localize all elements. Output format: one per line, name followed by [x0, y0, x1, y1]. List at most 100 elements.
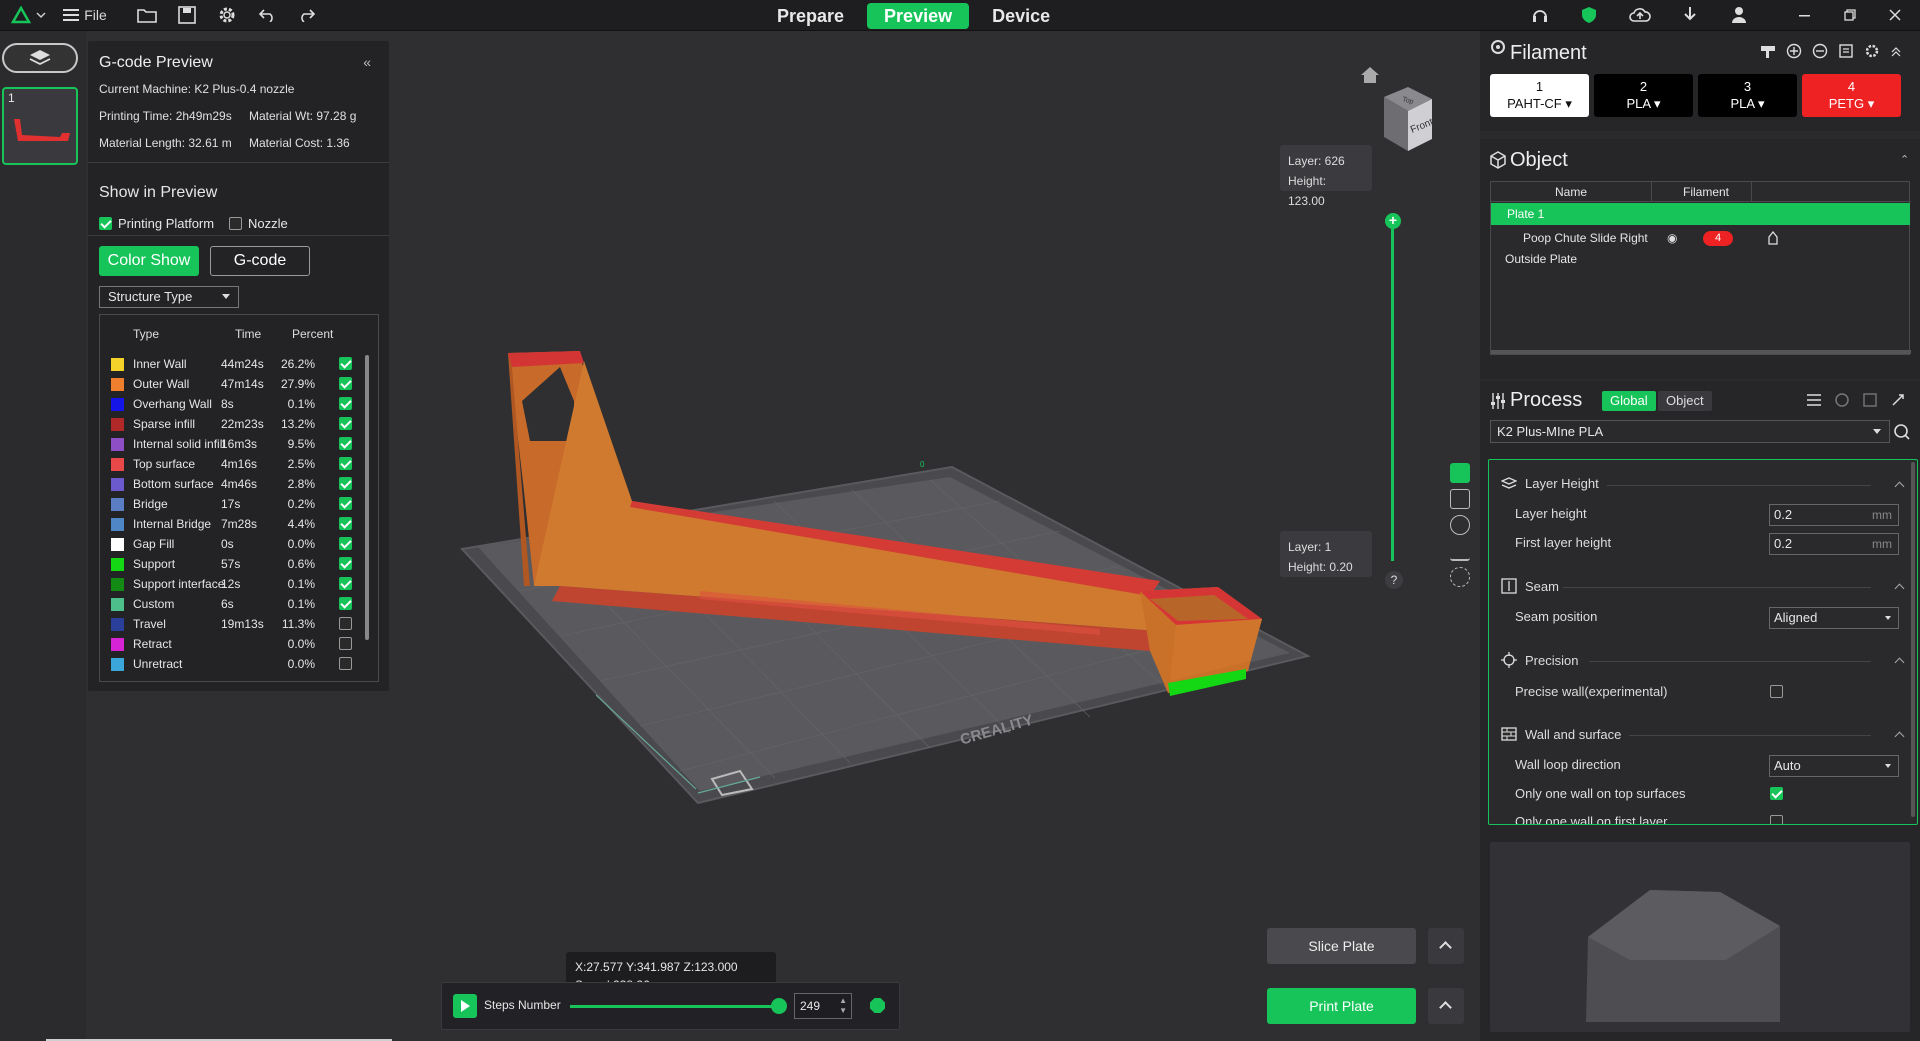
eye-visibility-icon[interactable]: ◉	[1667, 227, 1677, 249]
print-options-expand-button[interactable]	[1428, 988, 1464, 1024]
wall-loop-direction-dropdown[interactable]: Auto	[1769, 755, 1899, 777]
filament-settings-gear-icon[interactable]	[1864, 43, 1880, 59]
undo-icon[interactable]	[256, 4, 278, 26]
tab-preview[interactable]: Preview	[867, 3, 970, 29]
redo-icon[interactable]	[296, 4, 318, 26]
one-wall-first-checkbox[interactable]	[1770, 815, 1783, 824]
view-cube[interactable]: Front Top	[1368, 85, 1438, 155]
collapse-group-icon[interactable]	[1894, 481, 1905, 492]
compare-preset-icon[interactable]	[1890, 392, 1906, 408]
strength-tab-icon[interactable]	[1450, 489, 1470, 509]
structure-type-dropdown[interactable]: Structure Type	[99, 286, 239, 308]
process-global-toggle[interactable]: Global	[1602, 391, 1656, 411]
app-logo-icon[interactable]	[10, 4, 48, 26]
layer-slider-track[interactable]	[1391, 221, 1394, 561]
filament-slot-1[interactable]: 1 PAHT-CF ▾	[1490, 74, 1589, 117]
cloud-upload-icon[interactable]	[1628, 4, 1652, 26]
one-wall-top-checkbox[interactable]	[1770, 787, 1783, 800]
quality-tab-icon[interactable]	[1450, 463, 1470, 483]
printing-platform-option[interactable]: Printing Platform	[99, 216, 214, 231]
collapse-object-icon[interactable]: ⌃	[1900, 153, 1909, 166]
download-icon[interactable]	[1679, 4, 1701, 26]
settings-gear-icon[interactable]	[216, 4, 238, 26]
search-icon[interactable]	[1893, 423, 1911, 441]
speed-gem-icon[interactable]	[870, 998, 885, 1013]
steps-slider-handle[interactable]	[771, 998, 787, 1014]
object-list-scrollbar[interactable]	[1491, 350, 1911, 354]
layer-height-group[interactable]: Layer Height	[1501, 476, 1599, 491]
legend-visibility-checkbox[interactable]	[339, 617, 352, 630]
tab-device[interactable]: Device	[975, 3, 1067, 29]
legend-visibility-checkbox[interactable]	[339, 637, 352, 650]
legend-visibility-checkbox[interactable]	[339, 457, 352, 470]
dropdown-caret-icon[interactable]: ▾	[1864, 96, 1875, 111]
layers-toggle-button[interactable]	[2, 43, 78, 73]
process-object-toggle[interactable]: Object	[1658, 391, 1712, 411]
print-plate-button[interactable]: Print Plate	[1267, 988, 1416, 1024]
add-filament-icon[interactable]	[1786, 43, 1802, 59]
legend-visibility-checkbox[interactable]	[339, 577, 352, 590]
legend-visibility-checkbox[interactable]	[339, 657, 352, 670]
legend-visibility-checkbox[interactable]	[339, 537, 352, 550]
plate-row[interactable]: Plate 1	[1491, 203, 1910, 225]
legend-visibility-checkbox[interactable]	[339, 557, 352, 570]
legend-visibility-checkbox[interactable]	[339, 357, 352, 370]
speed-tab-icon[interactable]	[1450, 515, 1470, 535]
legend-visibility-checkbox[interactable]	[339, 517, 352, 530]
filament-slot-3[interactable]: 3 PLA ▾	[1698, 74, 1797, 117]
help-button[interactable]: ?	[1385, 571, 1403, 589]
save-preset-icon[interactable]	[1862, 392, 1878, 408]
precision-group[interactable]: Precision	[1501, 652, 1578, 668]
play-icon[interactable]	[453, 994, 477, 1018]
save-icon[interactable]	[176, 4, 198, 26]
close-window-icon[interactable]	[1884, 4, 1906, 26]
collapse-filament-icon[interactable]	[1890, 43, 1902, 59]
object-filament-badge[interactable]: 4	[1703, 231, 1733, 246]
filament-slot-2[interactable]: 2 PLA ▾	[1594, 74, 1693, 117]
seam-position-dropdown[interactable]: Aligned	[1769, 607, 1899, 629]
slice-options-expand-button[interactable]	[1428, 928, 1464, 964]
support-tab-icon[interactable]	[1450, 541, 1470, 561]
first-layer-height-input[interactable]: 0.2 mm	[1769, 533, 1899, 555]
outside-plate-row[interactable]: Outside Plate	[1505, 252, 1577, 266]
collapse-panel-button[interactable]: «	[363, 54, 371, 70]
printing-platform-checkbox[interactable]	[99, 217, 112, 230]
legend-visibility-checkbox[interactable]	[339, 437, 352, 450]
object-row[interactable]: Poop Chute Slide Right ◉ 4	[1491, 227, 1910, 249]
collapse-group-icon[interactable]	[1894, 657, 1905, 668]
file-menu-button[interactable]: File	[60, 4, 110, 26]
process-preset-dropdown[interactable]: K2 Plus-MIne PLA	[1490, 420, 1890, 443]
tab-prepare[interactable]: Prepare	[760, 3, 861, 29]
legend-visibility-checkbox[interactable]	[339, 377, 352, 390]
home-view-icon[interactable]	[1360, 66, 1380, 87]
brush-icon[interactable]	[1760, 43, 1776, 59]
dropdown-caret-icon[interactable]: ▾	[1754, 96, 1765, 111]
filament-slot-4[interactable]: 4 PETG ▾	[1802, 74, 1901, 117]
support-paint-icon[interactable]	[1766, 231, 1780, 245]
layer-slider-top-handle[interactable]: +	[1385, 213, 1401, 229]
legend-scrollbar[interactable]	[365, 355, 369, 640]
others-tab-icon[interactable]	[1450, 567, 1470, 587]
reset-icon[interactable]	[1834, 392, 1850, 408]
edit-filament-icon[interactable]	[1838, 43, 1854, 59]
legend-visibility-checkbox[interactable]	[339, 417, 352, 430]
wall-surface-group[interactable]: Wall and surface	[1501, 726, 1621, 742]
maximize-window-icon[interactable]	[1839, 4, 1861, 26]
remove-filament-icon[interactable]	[1812, 43, 1828, 59]
settings-scrollbar[interactable]	[1911, 462, 1915, 817]
dropdown-caret-icon[interactable]: ▾	[1650, 96, 1661, 111]
list-view-icon[interactable]	[1806, 392, 1822, 408]
spin-arrows-icon[interactable]: ▲ ▼	[839, 996, 847, 1016]
color-show-button[interactable]: Color Show	[99, 246, 199, 276]
shield-icon[interactable]	[1578, 4, 1600, 26]
seam-group[interactable]: Seam	[1501, 578, 1559, 594]
dropdown-caret-icon[interactable]: ▾	[1562, 96, 1572, 111]
nozzle-option[interactable]: Nozzle	[229, 216, 288, 231]
collapse-group-icon[interactable]	[1894, 583, 1905, 594]
precise-wall-checkbox[interactable]	[1770, 685, 1783, 698]
collapse-group-icon[interactable]	[1894, 731, 1905, 742]
headset-icon[interactable]	[1529, 4, 1551, 26]
nozzle-checkbox[interactable]	[229, 217, 242, 230]
legend-visibility-checkbox[interactable]	[339, 397, 352, 410]
legend-visibility-checkbox[interactable]	[339, 477, 352, 490]
